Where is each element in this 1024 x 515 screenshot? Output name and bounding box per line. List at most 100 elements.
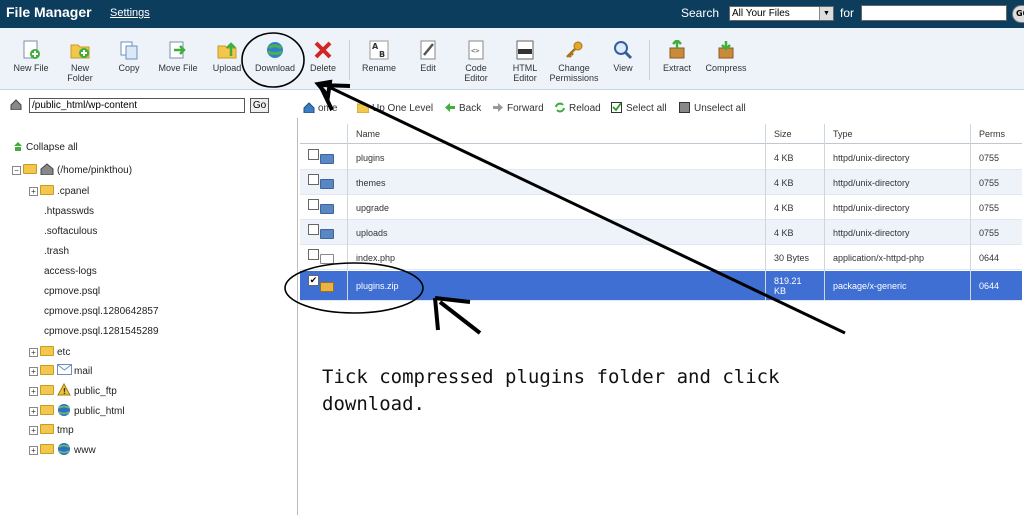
app-title: File Manager [6, 4, 92, 20]
file-perms: 0644 [979, 253, 1000, 263]
extract-icon [669, 40, 685, 59]
select-all-button[interactable]: Select all [611, 102, 667, 114]
tree-item[interactable]: cpmove.psql.1281545289 [44, 326, 159, 337]
upload-button[interactable]: Upload [201, 40, 253, 73]
tree-item[interactable]: + .cpanel [29, 185, 89, 197]
html-editor-button[interactable]: HTML Editor [499, 40, 551, 83]
copy-icon [120, 41, 138, 60]
table-header: Name Size Type Perms [300, 124, 1022, 144]
tree-root[interactable]: − (/home/pinkthou) [12, 163, 132, 176]
svg-text:B: B [379, 50, 385, 59]
tree-item[interactable]: access-logs [44, 266, 97, 277]
move-file-icon [169, 41, 186, 59]
view-label: View [613, 63, 633, 73]
rename-button[interactable]: AB Rename [353, 40, 405, 73]
reload-button[interactable]: Reload [554, 102, 601, 114]
edit-label: Edit [420, 63, 436, 73]
column-header-type[interactable]: Type [833, 129, 853, 139]
column-header-perms[interactable]: Perms [979, 129, 1005, 139]
file-type: httpd/unix-directory [833, 178, 910, 188]
toolbar: New File New Folder Copy Move File Uploa… [0, 28, 1024, 90]
row-checkbox[interactable] [308, 249, 319, 260]
key-icon [566, 41, 583, 58]
move-file-label: Move File [158, 63, 198, 73]
house-icon [10, 99, 22, 113]
table-row[interactable]: plugins 4 KB httpd/unix-directory 0755 [300, 145, 1022, 170]
search-go-button[interactable]: GO [1012, 5, 1024, 23]
tree-item[interactable]: + mail [29, 364, 92, 377]
new-folder-button[interactable]: New Folder [54, 40, 106, 83]
rename-icon: AB [369, 40, 389, 60]
row-checkbox[interactable] [308, 199, 319, 210]
table-row[interactable]: upgrade 4 KB httpd/unix-directory 0755 [300, 195, 1022, 220]
tree-item[interactable]: + public_html [29, 403, 125, 417]
html-editor-label-2: Editor [513, 73, 537, 83]
tree-item-label: www [74, 445, 96, 456]
change-permissions-button[interactable]: Change Permissions [548, 40, 600, 83]
tree-item[interactable]: .softaculous [44, 226, 97, 237]
extract-button[interactable]: Extract [651, 40, 703, 73]
file-type: httpd/unix-directory [833, 203, 910, 213]
download-button[interactable]: Download [249, 40, 301, 73]
tree-item[interactable]: + etc [29, 346, 70, 358]
home-button[interactable]: ome [303, 102, 337, 114]
folder-icon [40, 405, 54, 415]
file-name: plugins.zip [356, 281, 399, 291]
instruction-line-2: download. [322, 393, 425, 415]
unselect-all-button[interactable]: Unselect all [679, 102, 746, 114]
view-button[interactable]: View [597, 40, 649, 73]
toolbar-separator [649, 40, 650, 80]
folder-open-icon [23, 164, 37, 174]
search-scope-select[interactable]: All Your Files ▼ [729, 6, 834, 21]
tree-item[interactable]: + tmp [29, 424, 74, 436]
edit-button[interactable]: Edit [402, 40, 454, 73]
tree-item[interactable]: +! public_ftp [29, 382, 117, 397]
warning-icon: ! [57, 382, 71, 396]
folder-icon [320, 179, 334, 189]
row-checkbox[interactable] [308, 224, 319, 235]
tree-item[interactable]: .htpasswds [44, 206, 94, 217]
tree-item[interactable]: + www [29, 442, 96, 456]
file-name: plugins [356, 153, 385, 163]
back-label: Back [459, 103, 482, 114]
table-row[interactable]: index.php 30 Bytes application/x-httpd-p… [300, 245, 1022, 270]
php-file-icon [320, 254, 334, 264]
upload-label: Upload [212, 63, 242, 73]
row-checkbox[interactable] [308, 174, 319, 185]
search-input[interactable] [861, 5, 1007, 21]
delete-button[interactable]: Delete [297, 40, 349, 73]
path-go-button[interactable]: Go [250, 98, 269, 113]
tree-item[interactable]: cpmove.psql [44, 286, 100, 297]
file-size-unit: KB [774, 286, 787, 296]
code-editor-button[interactable]: <> Code Editor [450, 40, 502, 83]
new-file-button[interactable]: New File [5, 40, 57, 73]
column-header-size[interactable]: Size [774, 129, 792, 139]
column-header-name[interactable]: Name [356, 129, 380, 139]
copy-button[interactable]: Copy [103, 40, 155, 73]
table-row[interactable]: uploads 4 KB httpd/unix-directory 0755 [300, 220, 1022, 245]
chevron-down-icon: ▼ [819, 7, 833, 20]
file-perms: 0755 [979, 178, 1000, 188]
settings-link[interactable]: Settings [110, 7, 150, 19]
reload-label: Reload [569, 103, 601, 114]
forward-button[interactable]: Forward [492, 102, 544, 114]
move-file-button[interactable]: Move File [152, 40, 204, 73]
extract-label: Extract [662, 63, 691, 73]
up-one-level-button[interactable]: Up One Level [357, 102, 433, 114]
table-row[interactable]: themes 4 KB httpd/unix-directory 0755 [300, 170, 1022, 195]
delete-icon [314, 41, 332, 59]
html-editor-label-1: HTML [512, 63, 538, 73]
row-checkbox[interactable] [308, 149, 319, 160]
collapse-toggle-icon: − [12, 166, 21, 175]
tree-item[interactable]: cpmove.psql.1280642857 [44, 306, 159, 317]
forward-arrow-icon [493, 103, 503, 112]
compress-button[interactable]: Compress [700, 40, 752, 73]
back-button[interactable]: Back [444, 102, 481, 114]
svg-text:A: A [372, 42, 379, 51]
expand-toggle-icon: + [29, 367, 38, 376]
path-input[interactable]: /public_html/wp-content [29, 98, 245, 113]
collapse-all-button[interactable]: Collapse all [12, 141, 78, 153]
tree-item[interactable]: .trash [44, 246, 69, 257]
table-row-selected[interactable]: ✔ plugins.zip 819.21 KB package/x-generic… [300, 271, 1022, 301]
row-checkbox-checked[interactable]: ✔ [308, 275, 319, 286]
